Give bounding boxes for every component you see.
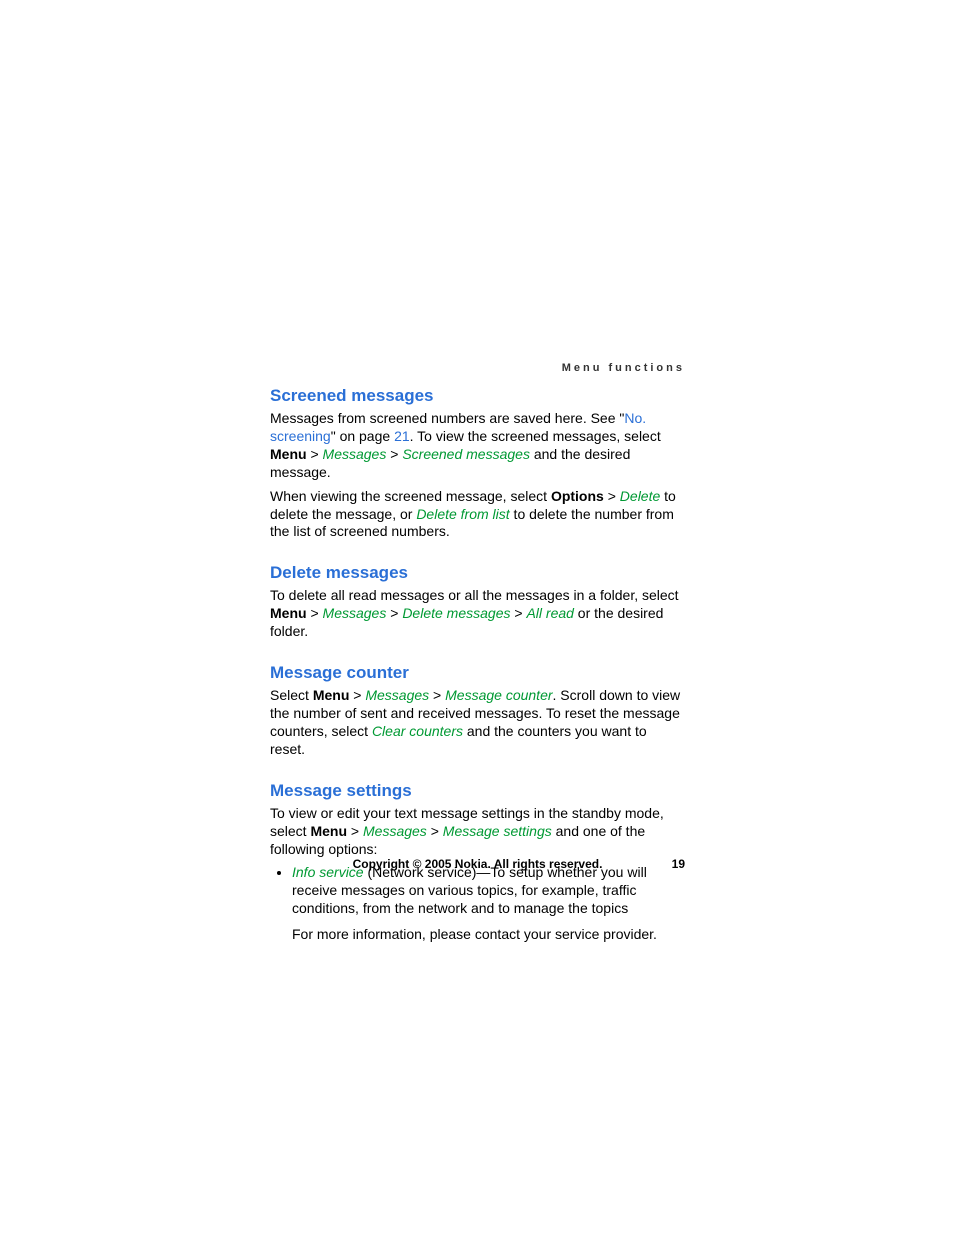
heading-message-counter: Message counter (270, 663, 685, 683)
ui-delete-from-list: Delete from list (416, 506, 509, 522)
ui-all-read: All read (526, 605, 573, 621)
page-footer: Copyright © 2005 Nokia. All rights reser… (270, 857, 685, 871)
ui-messages: Messages (365, 687, 429, 703)
ui-messages: Messages (363, 823, 427, 839)
screened-paragraph-2: When viewing the screened message, selec… (270, 488, 685, 542)
ui-messages: Messages (323, 446, 387, 462)
heading-message-settings: Message settings (270, 781, 685, 801)
ui-menu: Menu (270, 605, 307, 621)
delete-paragraph-1: To delete all read messages or all the m… (270, 587, 685, 641)
running-header: Menu functions (270, 362, 685, 374)
list-item: Info service (Network service)—To setup … (292, 864, 685, 944)
counter-paragraph-1: Select Menu > Messages > Message counter… (270, 687, 685, 759)
ui-menu: Menu (270, 446, 307, 462)
screened-paragraph-1: Messages from screened numbers are saved… (270, 410, 685, 482)
ui-message-counter: Message counter (445, 687, 552, 703)
heading-screened-messages: Screened messages (270, 386, 685, 406)
ui-messages: Messages (323, 605, 387, 621)
ui-delete: Delete (620, 488, 660, 504)
ui-delete-messages: Delete messages (402, 605, 510, 621)
ui-clear-counters: Clear counters (372, 723, 463, 739)
ui-screened-messages: Screened messages (402, 446, 530, 462)
ui-menu: Menu (310, 823, 347, 839)
heading-delete-messages: Delete messages (270, 563, 685, 583)
list-item-sub: For more information, please contact you… (292, 926, 685, 944)
settings-paragraph-1: To view or edit your text message settin… (270, 805, 685, 859)
link-page-21[interactable]: 21 (394, 428, 410, 444)
copyright-text: Copyright © 2005 Nokia. All rights reser… (270, 857, 685, 871)
ui-message-settings: Message settings (443, 823, 552, 839)
page-number: 19 (672, 857, 685, 871)
ui-options: Options (551, 488, 604, 504)
ui-menu: Menu (313, 687, 350, 703)
settings-options-list: Info service (Network service)—To setup … (270, 864, 685, 944)
